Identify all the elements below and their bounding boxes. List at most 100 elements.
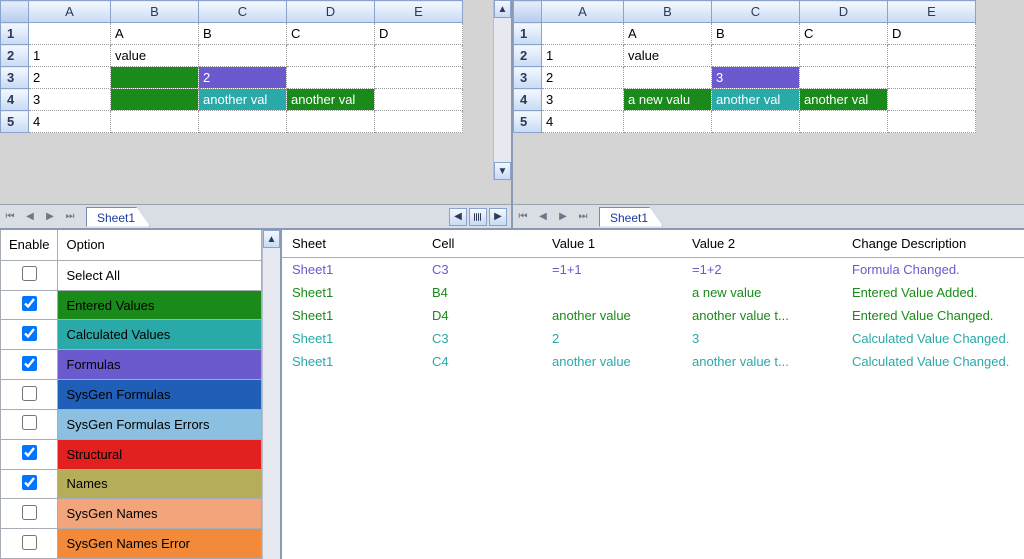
option-row[interactable]: SysGen Formulas xyxy=(1,380,262,410)
option-checkbox[interactable] xyxy=(22,386,37,401)
cell[interactable] xyxy=(199,111,287,133)
right-grid[interactable]: A B C D E 1 A B C D 2 xyxy=(513,0,976,133)
cell[interactable] xyxy=(800,45,888,67)
option-label[interactable]: Structural xyxy=(58,439,262,469)
cell[interactable] xyxy=(624,67,712,89)
option-checkbox[interactable] xyxy=(22,296,37,311)
option-row[interactable]: SysGen Formulas Errors xyxy=(1,409,262,439)
option-checkbox-cell[interactable] xyxy=(1,290,58,320)
col-header[interactable]: E xyxy=(888,1,976,23)
cell[interactable]: 3 xyxy=(29,89,111,111)
col-header[interactable]: A xyxy=(542,1,624,23)
cell[interactable] xyxy=(712,111,800,133)
corner-cell[interactable] xyxy=(1,1,29,23)
right-grid-area[interactable]: A B C D E 1 A B C D 2 xyxy=(513,0,1024,204)
scroll-up-icon[interactable]: ▲ xyxy=(263,230,280,248)
option-checkbox[interactable] xyxy=(22,326,37,341)
option-checkbox[interactable] xyxy=(22,356,37,371)
cell[interactable]: 1 xyxy=(29,45,111,67)
row-header[interactable]: 2 xyxy=(1,45,29,67)
options-vscroll[interactable]: ▲ xyxy=(262,230,280,559)
scroll-down-icon[interactable]: ▼ xyxy=(494,162,511,180)
option-checkbox-cell[interactable] xyxy=(1,529,58,559)
option-label[interactable]: Calculated Values xyxy=(58,320,262,350)
option-checkbox[interactable] xyxy=(22,535,37,550)
option-row[interactable]: Select All xyxy=(1,260,262,290)
cell[interactable] xyxy=(29,23,111,45)
option-checkbox-cell[interactable] xyxy=(1,260,58,290)
left-grid-area[interactable]: A B C D E 1 A B C D 2 xyxy=(0,0,511,204)
row-header[interactable]: 5 xyxy=(1,111,29,133)
hscroll-split-icon[interactable] xyxy=(469,208,487,226)
cell[interactable]: 4 xyxy=(29,111,111,133)
change-row[interactable]: Sheet1C4another valueanother value t...C… xyxy=(282,350,1024,373)
option-label[interactable]: Formulas xyxy=(58,350,262,380)
last-sheet-icon[interactable]: ⏭ xyxy=(574,208,592,226)
cell[interactable] xyxy=(375,111,463,133)
cell[interactable]: 4 xyxy=(542,111,624,133)
cell[interactable] xyxy=(375,67,463,89)
option-row[interactable]: Formulas xyxy=(1,350,262,380)
cell[interactable] xyxy=(800,111,888,133)
option-checkbox-cell[interactable] xyxy=(1,499,58,529)
option-checkbox-cell[interactable] xyxy=(1,439,58,469)
row-header[interactable]: 3 xyxy=(514,67,542,89)
cell[interactable] xyxy=(287,67,375,89)
cell[interactable] xyxy=(111,89,199,111)
option-checkbox-cell[interactable] xyxy=(1,350,58,380)
scroll-track[interactable] xyxy=(263,248,280,559)
change-row[interactable]: Sheet1C3=1+1=1+2Formula Changed. xyxy=(282,258,1024,282)
row-header[interactable]: 1 xyxy=(514,23,542,45)
col-header[interactable]: E xyxy=(375,1,463,23)
left-vscroll[interactable]: ▲ ▼ xyxy=(493,0,511,180)
option-label[interactable]: SysGen Formulas xyxy=(58,380,262,410)
row-header[interactable]: 4 xyxy=(514,89,542,111)
changes-header-cell[interactable]: Cell xyxy=(422,230,542,258)
left-grid[interactable]: A B C D E 1 A B C D 2 xyxy=(0,0,463,133)
cell[interactable] xyxy=(375,89,463,111)
option-checkbox[interactable] xyxy=(22,445,37,460)
option-row[interactable]: Calculated Values xyxy=(1,320,262,350)
cell[interactable]: 3 xyxy=(712,67,800,89)
cell[interactable] xyxy=(624,111,712,133)
changes-header-v2[interactable]: Value 2 xyxy=(682,230,842,258)
changes-header-v1[interactable]: Value 1 xyxy=(542,230,682,258)
changes-table[interactable]: Sheet Cell Value 1 Value 2 Change Descri… xyxy=(282,230,1024,373)
change-row[interactable]: Sheet1B4a new valueEntered Value Added. xyxy=(282,281,1024,304)
corner-cell[interactable] xyxy=(514,1,542,23)
cell[interactable] xyxy=(375,45,463,67)
changes-header-desc[interactable]: Change Description xyxy=(842,230,1024,258)
cell[interactable]: another val xyxy=(199,89,287,111)
cell[interactable] xyxy=(888,67,976,89)
cell[interactable] xyxy=(888,45,976,67)
cell[interactable] xyxy=(111,111,199,133)
cell[interactable] xyxy=(287,111,375,133)
scroll-track[interactable] xyxy=(494,18,511,162)
row-header[interactable]: 4 xyxy=(1,89,29,111)
option-checkbox-cell[interactable] xyxy=(1,469,58,499)
prev-sheet-icon[interactable]: ◀ xyxy=(21,208,39,226)
hscroll-right-icon[interactable]: ▶ xyxy=(489,208,507,226)
option-label[interactable]: SysGen Formulas Errors xyxy=(58,409,262,439)
option-row[interactable]: SysGen Names Error xyxy=(1,529,262,559)
first-sheet-icon[interactable]: ⏮ xyxy=(1,208,19,226)
hscroll-left-icon[interactable]: ◀ xyxy=(449,208,467,226)
option-label[interactable]: SysGen Names Error xyxy=(58,529,262,559)
cell[interactable]: C xyxy=(287,23,375,45)
options-header-enable[interactable]: Enable xyxy=(1,230,58,260)
row-header[interactable]: 5 xyxy=(514,111,542,133)
cell[interactable]: value xyxy=(111,45,199,67)
cell[interactable]: D xyxy=(888,23,976,45)
cell[interactable]: A xyxy=(111,23,199,45)
option-row[interactable]: Structural xyxy=(1,439,262,469)
cell[interactable]: D xyxy=(375,23,463,45)
option-label[interactable]: Entered Values xyxy=(58,290,262,320)
cell[interactable] xyxy=(542,23,624,45)
col-header[interactable]: B xyxy=(111,1,199,23)
scroll-up-icon[interactable]: ▲ xyxy=(494,0,511,18)
last-sheet-icon[interactable]: ⏭ xyxy=(61,208,79,226)
col-header[interactable]: D xyxy=(287,1,375,23)
cell[interactable] xyxy=(111,67,199,89)
option-checkbox[interactable] xyxy=(22,505,37,520)
sheet-tab[interactable]: Sheet1 xyxy=(599,207,663,227)
